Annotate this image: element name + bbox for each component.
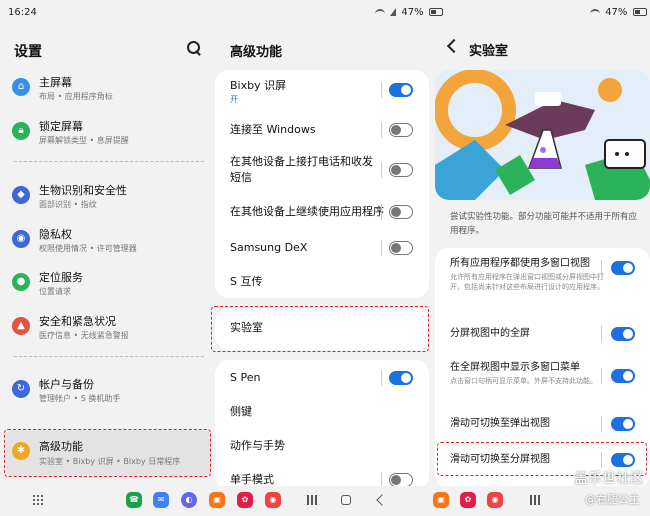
row-quick-share[interactable]: S 互传 <box>215 272 429 294</box>
battery-icon <box>632 8 647 16</box>
wifi-icon <box>375 9 385 15</box>
toggle-s-pen[interactable] <box>389 371 413 385</box>
toggle-calls-other-devices[interactable] <box>389 163 413 177</box>
advanced-card-2: S Pen 侧键 动作与手势 单手模式 <box>215 360 429 490</box>
settings-item-biometrics[interactable]: ◆ 生物识别和安全性 面部识别 • 指纹 <box>6 178 211 216</box>
labs-description: 尝试实验性功能。部分功能可能并不适用于所有应用程序。 <box>450 212 638 236</box>
labs-illustration <box>435 70 650 200</box>
status-time: 16:24 <box>8 7 37 18</box>
settings-item-advanced[interactable]: ✱ 高级功能 实验室 • Bixby 识屏 • Bixby 日常程序 <box>6 430 211 476</box>
toggle-split-fullscreen[interactable] <box>611 327 635 341</box>
settings-panel: 设置 ⌂ 主屏幕 布局 • 应用程序角标 🔒︎ 锁定屏幕 屏幕解锁类型 • 息屏… <box>0 26 215 486</box>
row-bixby-vision[interactable]: Bixby 识屏 开 <box>215 78 429 114</box>
signal-icon <box>390 8 397 16</box>
status-icons-left: 47% <box>375 7 443 18</box>
gallery-app-icon[interactable]: ✿ <box>237 492 253 508</box>
toggle-multiwindow-menu[interactable] <box>611 369 635 383</box>
gallery-app-icon[interactable]: ✿ <box>460 492 476 508</box>
row-calls-other-devices[interactable]: 在其他设备上接打电话和收发短信 <box>215 154 429 190</box>
messages-app-icon[interactable]: ✉ <box>153 492 169 508</box>
settings-item-accounts[interactable]: ↻ 帐户与备份 管理帐户 • S 换机助手 <box>6 372 211 410</box>
toggle-swipe-split[interactable] <box>611 453 635 467</box>
navigation-bar: ☎ ✉ ◐ ▣ ✿ ◉ ▣ ✿ ◉ 盖乐世社区 @右腿公主 <box>0 471 650 516</box>
toggle-continue-apps[interactable] <box>389 205 413 219</box>
settings-item-lock-screen[interactable]: 🔒︎ 锁定屏幕 屏幕解锁类型 • 息屏提醒 <box>6 114 211 152</box>
internet-app-icon[interactable]: ◐ <box>181 492 197 508</box>
store-app-icon[interactable]: ▣ <box>209 492 225 508</box>
row-continue-apps[interactable]: 在其他设备上继续使用应用程序 <box>215 202 429 226</box>
status-icons-right: 47% <box>590 7 647 18</box>
wifi-icon <box>590 9 600 15</box>
home-icon: ⌂ <box>12 78 30 96</box>
toggle-one-handed-mode[interactable] <box>389 473 413 487</box>
back-button-icon[interactable] <box>376 494 388 506</box>
shield-icon: ◆ <box>12 186 30 204</box>
row-s-pen[interactable]: S Pen <box>215 368 429 390</box>
toggle-samsung-dex[interactable] <box>389 241 413 255</box>
settings-item-privacy[interactable]: ◉ 隐私权 权限使用情况 • 许可管理器 <box>6 222 211 260</box>
toggle-link-to-windows[interactable] <box>389 123 413 137</box>
store-app-icon[interactable]: ▣ <box>433 492 449 508</box>
emergency-icon: ▲ <box>12 317 30 335</box>
labs-card: 实验室 <box>215 308 429 350</box>
settings-item-location[interactable]: ● 定位服务 位置请求 <box>6 265 211 303</box>
sync-icon: ↻ <box>12 380 30 398</box>
row-motions-gestures[interactable]: 动作与手势 <box>215 436 429 458</box>
camera-app-icon[interactable]: ◉ <box>487 492 503 508</box>
camera-app-icon[interactable]: ◉ <box>265 492 281 508</box>
phone-app-icon[interactable]: ☎ <box>126 492 142 508</box>
watermark-line1: 盖乐世社区 <box>574 471 644 487</box>
toggle-bixby-vision[interactable] <box>389 83 413 97</box>
row-swipe-split[interactable]: 滑动可切换至分屏视图 <box>435 450 650 470</box>
row-samsung-dex[interactable]: Samsung DeX <box>215 238 429 262</box>
back-arrow-icon[interactable] <box>446 38 462 54</box>
labs-options-card: 所有应用程序都使用多窗口视图 允许所有应用程序在弹出窗口视图或分屏视图中打开，包… <box>435 248 650 488</box>
page-title: 实验室 <box>469 44 509 59</box>
row-side-key[interactable]: 侧键 <box>215 402 429 424</box>
status-bar: 16:24 47% 47% <box>0 0 650 26</box>
row-labs[interactable]: 实验室 <box>215 320 429 340</box>
search-icon[interactable] <box>186 40 202 56</box>
gear-plus-icon: ✱ <box>12 442 30 460</box>
toggle-multiwindow-all-apps[interactable] <box>611 261 635 275</box>
row-link-to-windows[interactable]: 连接至 Windows <box>215 120 429 144</box>
labs-illustration-graphic <box>435 70 650 200</box>
row-split-fullscreen[interactable]: 分屏视图中的全屏 <box>435 326 650 346</box>
row-multiwindow-all-apps[interactable]: 所有应用程序都使用多窗口视图 允许所有应用程序在弹出窗口视图或分屏视图中打开，包… <box>435 256 650 306</box>
divider <box>14 356 204 357</box>
toggle-swipe-popup[interactable] <box>611 417 635 431</box>
recent-apps-icon[interactable] <box>530 495 540 505</box>
row-swipe-popup[interactable]: 滑动可切换至弹出视图 <box>435 416 650 436</box>
app-drawer-icon[interactable] <box>32 494 44 506</box>
divider <box>14 161 204 162</box>
home-button-icon[interactable] <box>341 495 351 505</box>
battery-icon <box>428 8 443 16</box>
settings-item-home-screen[interactable]: ⌂ 主屏幕 布局 • 应用程序角标 <box>6 70 211 108</box>
privacy-icon: ◉ <box>12 230 30 248</box>
advanced-panel: 高级功能 Bixby 识屏 开 连接至 Windows 在其他设备上接打电话和收… <box>211 26 435 490</box>
row-multiwindow-menu[interactable]: 在全屏视图中显示多窗口菜单 点击窗口句柄可显示菜单。外屏不支持此功能。 <box>435 360 650 398</box>
labs-panel: 实验室 尝试实验性功能。部分功能可能并不适用于所有应用程序。 所有应用程序都使用… <box>435 26 650 488</box>
page-title: 设置 <box>14 44 42 60</box>
page-title: 高级功能 <box>230 45 283 60</box>
advanced-card-1: Bixby 识屏 开 连接至 Windows 在其他设备上接打电话和收发短信 在… <box>215 70 429 298</box>
lock-icon: 🔒︎ <box>12 122 30 140</box>
location-icon: ● <box>12 273 30 291</box>
recent-apps-icon[interactable] <box>307 495 317 505</box>
settings-item-emergency[interactable]: ▲ 安全和紧急状况 医疗信息 • 无线紧急警报 <box>6 309 211 347</box>
watermark-line2: @右腿公主 <box>585 493 640 506</box>
